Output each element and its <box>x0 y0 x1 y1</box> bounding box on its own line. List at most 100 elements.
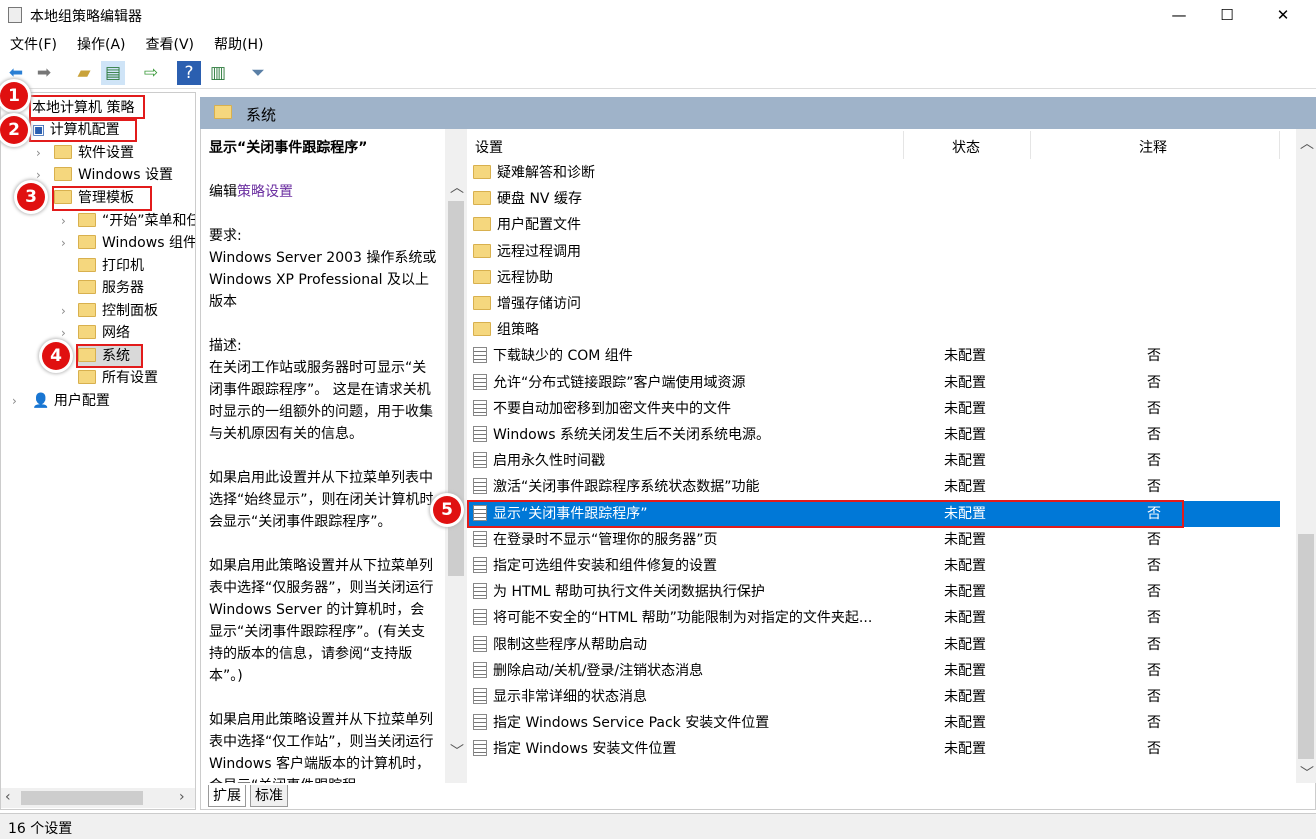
folder-icon <box>473 269 491 284</box>
tab-standard[interactable]: 标准 <box>250 785 288 807</box>
list-vertical-scrollbar[interactable]: ︿ ﹀ <box>1296 129 1316 783</box>
setting-row[interactable]: 在登录时不显示“管理你的服务器”页 未配置 否 <box>467 527 1280 553</box>
menu-action[interactable]: 操作(A) <box>67 30 136 58</box>
column-header-state[interactable]: 状态 <box>952 137 980 157</box>
forward-icon[interactable]: ➡ <box>32 61 56 85</box>
filter-icon[interactable]: ⏷ <box>246 61 270 85</box>
tree-all-settings[interactable]: 所有设置 <box>78 367 158 389</box>
step-badge-3: 3 <box>17 183 45 211</box>
menu-file[interactable]: 文件(F) <box>0 30 67 58</box>
scroll-down-icon[interactable]: ﹀ <box>450 741 464 761</box>
setting-row[interactable]: 显示非常详细的状态消息 未配置 否 <box>467 684 1280 710</box>
setting-name: 限制这些程序从帮助启动 <box>493 636 647 653</box>
tree-software-settings[interactable]: 软件设置 <box>54 142 134 164</box>
description-text: 如果启用此策略设置并从下拉菜单列表中选择“仅工作站”，则当关闭运行 Window… <box>209 712 434 783</box>
scroll-thumb[interactable] <box>1298 534 1314 759</box>
folder-icon <box>54 145 72 159</box>
expand-chevron-icon[interactable]: › <box>61 236 66 250</box>
folder-name: 增强存储访问 <box>497 296 581 312</box>
setting-row[interactable]: Windows 系统关闭发生后不关闭系统电源。 未配置 否 <box>467 422 1280 448</box>
menu-help[interactable]: 帮助(H) <box>204 30 273 58</box>
setting-row[interactable]: 启用永久性时间戳 未配置 否 <box>467 448 1280 474</box>
setting-row[interactable]: 激活“关闭事件跟踪程序系统状态数据”功能 未配置 否 <box>467 474 1280 500</box>
scroll-right-icon[interactable]: › <box>179 789 185 805</box>
help-icon[interactable]: ? <box>177 61 201 85</box>
setting-comment: 否 <box>1147 479 1161 496</box>
maximize-button[interactable]: ☐ <box>1204 0 1250 30</box>
tree-windows-settings[interactable]: Windows 设置 <box>54 164 173 186</box>
description-title: 显示“关闭事件跟踪程序” <box>209 140 368 156</box>
step-badge-1: 1 <box>0 82 28 110</box>
tree-start-menu[interactable]: “开始”菜单和任务栏 <box>78 210 195 232</box>
expand-chevron-icon[interactable]: › <box>36 146 41 160</box>
tree-horizontal-scrollbar[interactable]: ‹ › <box>1 788 195 808</box>
edit-policy-link[interactable]: 策略设置 <box>237 184 293 200</box>
folder-row[interactable]: 硬盘 NV 缓存 <box>467 186 1280 212</box>
expand-chevron-icon[interactable]: › <box>61 304 66 318</box>
setting-state: 未配置 <box>944 741 986 758</box>
tree-label: “开始”菜单和任务栏 <box>102 213 195 229</box>
folder-icon <box>78 213 96 227</box>
tree-label: Windows 设置 <box>78 167 173 183</box>
setting-row[interactable]: 限制这些程序从帮助启动 未配置 否 <box>467 632 1280 658</box>
setting-row[interactable]: 将可能不安全的“HTML 帮助”功能限制为对指定的文件夹起... 未配置 否 <box>467 605 1280 631</box>
up-folder-icon[interactable]: ▰ <box>72 61 96 85</box>
show-action-pane-icon[interactable]: ▥ <box>206 61 230 85</box>
folder-row[interactable]: 远程过程调用 <box>467 239 1280 265</box>
folder-icon <box>473 296 491 310</box>
expand-chevron-icon[interactable]: › <box>36 168 41 182</box>
setting-row[interactable]: 删除启动/关机/登录/注销状态消息 未配置 否 <box>467 658 1280 684</box>
description-panel: 显示“关闭事件跟踪程序” 编辑策略设置 要求: Windows Server 2… <box>201 129 445 783</box>
description-scrollbar[interactable]: ︿ ﹀ <box>445 129 467 783</box>
scroll-left-icon[interactable]: ‹ <box>5 789 11 805</box>
tree-label: Windows 组件 <box>102 235 195 251</box>
tree-server[interactable]: 服务器 <box>78 277 144 299</box>
setting-row[interactable]: 不要自动加密移到加密文件夹中的文件 未配置 否 <box>467 396 1280 422</box>
step-badge-2: 2 <box>0 116 28 144</box>
folder-row[interactable]: 远程协助 <box>467 265 1280 291</box>
menu-bar: 文件(F) 操作(A) 查看(V) 帮助(H) <box>0 30 1316 57</box>
menu-view[interactable]: 查看(V) <box>136 30 205 58</box>
tab-extended[interactable]: 扩展 <box>208 785 246 807</box>
expand-chevron-icon[interactable]: › <box>61 326 66 340</box>
setting-state: 未配置 <box>944 427 986 443</box>
tree-user-config[interactable]: 👤 用户配置 <box>32 390 110 412</box>
setting-name: 允许“分布式链接跟踪”客户端使用域资源 <box>493 374 746 391</box>
scroll-thumb[interactable] <box>21 791 143 805</box>
tree-label: 服务器 <box>102 280 144 296</box>
folder-row[interactable]: 用户配置文件 <box>467 212 1280 238</box>
show-hide-tree-icon[interactable]: ▤ <box>101 61 125 85</box>
scroll-down-icon[interactable]: ﹀ <box>1300 763 1314 783</box>
folder-row[interactable]: 疑难解答和诊断 <box>467 160 1280 186</box>
setting-name: 不要自动加密移到加密文件夹中的文件 <box>493 400 731 417</box>
setting-row[interactable]: 允许“分布式链接跟踪”客户端使用域资源 未配置 否 <box>467 370 1280 396</box>
toolbar: ⬅ ➡ ▰ ▤ ⇨ ? ▥ ⏷ <box>0 57 1316 89</box>
policy-setting-icon <box>473 530 487 547</box>
setting-comment: 否 <box>1147 348 1161 365</box>
tree-control-panel[interactable]: 控制面板 <box>78 300 158 322</box>
folder-row[interactable]: 组策略 <box>467 317 1280 343</box>
expand-chevron-icon[interactable]: › <box>61 214 66 228</box>
scroll-up-icon[interactable]: ︿ <box>1300 133 1314 153</box>
export-list-icon[interactable]: ⇨ <box>139 61 163 85</box>
setting-row[interactable]: 指定 Windows Service Pack 安装文件位置 未配置 否 <box>467 710 1280 736</box>
tree-printers[interactable]: 打印机 <box>78 255 144 277</box>
setting-row[interactable]: 为 HTML 帮助可执行文件关闭数据执行保护 未配置 否 <box>467 579 1280 605</box>
folder-row[interactable]: 增强存储访问 <box>467 291 1280 317</box>
column-header-setting[interactable]: 设置 <box>475 137 503 157</box>
scroll-up-icon[interactable]: ︿ <box>450 177 464 197</box>
setting-row[interactable]: 指定 Windows 安装文件位置 未配置 否 <box>467 736 1280 762</box>
setting-name: 指定 Windows Service Pack 安装文件位置 <box>493 715 770 732</box>
tree-network[interactable]: 网络 <box>78 322 130 344</box>
expand-chevron-icon[interactable]: › <box>12 394 17 408</box>
tree-windows-components[interactable]: Windows 组件 <box>78 232 195 254</box>
view-tabs: 扩展 标准 <box>200 785 1316 809</box>
column-header-comment[interactable]: 注释 <box>1139 137 1167 157</box>
minimize-button[interactable]: — <box>1156 0 1202 30</box>
folder-icon <box>78 280 96 294</box>
setting-row[interactable]: 下载缺少的 COM 组件 未配置 否 <box>467 343 1280 369</box>
setting-state: 未配置 <box>944 584 986 601</box>
close-button[interactable]: ✕ <box>1260 0 1306 30</box>
status-bar: 16 个设置 <box>0 813 1316 839</box>
setting-row[interactable]: 指定可选组件安装和组件修复的设置 未配置 否 <box>467 553 1280 579</box>
